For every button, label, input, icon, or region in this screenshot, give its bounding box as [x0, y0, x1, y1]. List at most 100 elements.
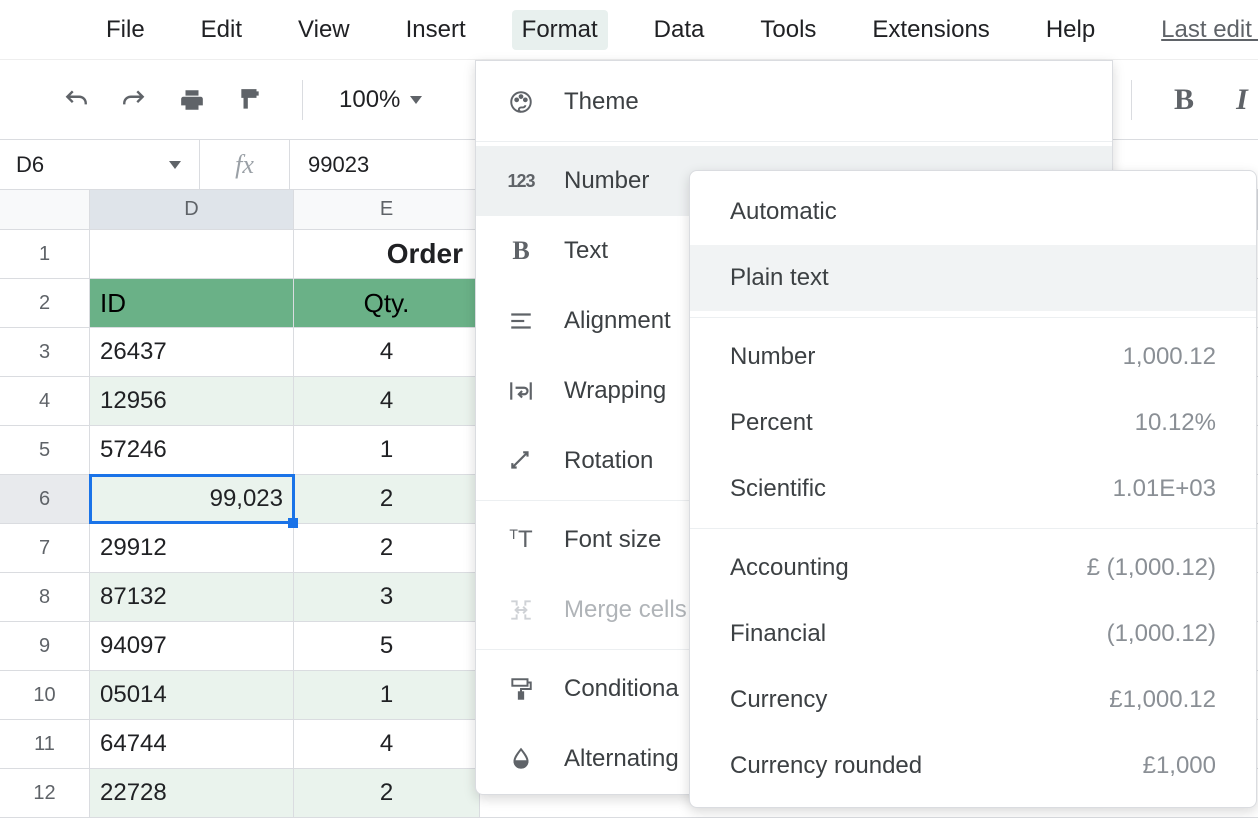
submenu-label: Automatic	[730, 198, 837, 226]
submenu-label: Plain text	[730, 264, 829, 292]
row-header[interactable]: 11	[0, 720, 90, 768]
menu-label: Merge cells	[564, 596, 687, 624]
palette-icon	[506, 89, 536, 115]
row-header[interactable]: 1	[0, 230, 90, 278]
menu-separator	[690, 317, 1256, 318]
row-header[interactable]: 3	[0, 328, 90, 376]
cell[interactable]: 2	[294, 524, 480, 572]
bold-b-icon: B	[506, 236, 536, 266]
row-header[interactable]: 6	[0, 475, 90, 523]
menu-separator	[476, 141, 1112, 142]
font-size-icon: TT	[506, 526, 536, 554]
menu-extensions[interactable]: Extensions	[862, 10, 999, 50]
row-header[interactable]: 4	[0, 377, 90, 425]
submenu-example: 1,000.12	[1123, 343, 1216, 371]
submenu-item[interactable]: Currency £1,000.12	[690, 667, 1256, 733]
cell[interactable]: 12956	[90, 377, 294, 425]
menu-label: Conditiona	[564, 675, 679, 703]
submenu-example: £ (1,000.12)	[1087, 554, 1216, 582]
cell[interactable]: 4	[294, 328, 480, 376]
cell[interactable]: 3	[294, 573, 480, 621]
cell[interactable]: 29912	[90, 524, 294, 572]
redo-button[interactable]	[118, 84, 150, 116]
submenu-item-automatic[interactable]: Automatic	[690, 179, 1256, 245]
submenu-label: Financial	[730, 620, 826, 648]
zoom-dropdown[interactable]: 100%	[339, 86, 422, 114]
submenu-item[interactable]: Scientific1.01E+03	[690, 456, 1256, 522]
cell[interactable]: 4	[294, 720, 480, 768]
menu-data[interactable]: Data	[644, 10, 715, 50]
cell[interactable]: 22728	[90, 769, 294, 817]
menu-label: Number	[564, 167, 649, 195]
submenu-label: Scientific	[730, 475, 826, 503]
cell[interactable]	[90, 230, 294, 278]
rotation-icon	[506, 448, 536, 474]
cell[interactable]: ID	[90, 279, 294, 327]
row-header[interactable]: 7	[0, 524, 90, 572]
menu-help[interactable]: Help	[1036, 10, 1105, 50]
cell[interactable]: 2	[294, 769, 480, 817]
row-header[interactable]: 12	[0, 769, 90, 817]
cell[interactable]: 1	[294, 671, 480, 719]
submenu-item[interactable]: Accounting £ (1,000.12)	[690, 535, 1256, 601]
menu-label: Rotation	[564, 447, 653, 475]
submenu-item[interactable]: Currency rounded£1,000	[690, 733, 1256, 799]
row-header[interactable]: 2	[0, 279, 90, 327]
menu-view[interactable]: View	[288, 10, 360, 50]
cell[interactable]: Qty.	[294, 279, 480, 327]
menu-label: Text	[564, 237, 608, 265]
submenu-item[interactable]: Number1,000.12	[690, 324, 1256, 390]
row-header[interactable]: 9	[0, 622, 90, 670]
toolbar-divider	[1131, 80, 1132, 120]
submenu-example: 10.12%	[1135, 409, 1216, 437]
submenu-example: £1,000.12	[1109, 686, 1216, 714]
print-button[interactable]	[176, 84, 208, 116]
cell[interactable]: 64744	[90, 720, 294, 768]
menu-label: Alternating	[564, 745, 679, 773]
menu-edit[interactable]: Edit	[191, 10, 252, 50]
submenu-label: Currency	[730, 686, 827, 714]
row-header[interactable]: 5	[0, 426, 90, 474]
cell-reference: D6	[16, 152, 44, 178]
cell[interactable]: Order	[294, 230, 480, 278]
cell[interactable]: 1	[294, 426, 480, 474]
chevron-down-icon	[410, 96, 422, 104]
col-header-D[interactable]: D	[90, 190, 294, 229]
select-all-corner[interactable]	[0, 190, 90, 229]
cell[interactable]: 94097	[90, 622, 294, 670]
submenu-item-plain-text[interactable]: Plain text	[690, 245, 1256, 311]
menu-insert[interactable]: Insert	[396, 10, 476, 50]
cell[interactable]: 57246	[90, 426, 294, 474]
col-header-E[interactable]: E	[294, 190, 480, 229]
last-edit-link[interactable]: Last edit was se	[1161, 16, 1258, 44]
menu-item-theme[interactable]: Theme	[476, 67, 1112, 137]
paint-format-button[interactable]	[234, 84, 266, 116]
menu-label: Alignment	[564, 307, 671, 335]
name-box[interactable]: D6	[0, 140, 200, 189]
menu-format[interactable]: Format	[512, 10, 608, 50]
cell[interactable]: 99,023	[90, 475, 294, 523]
cell[interactable]: 05014	[90, 671, 294, 719]
menu-file[interactable]: File	[96, 10, 155, 50]
menu-tools[interactable]: Tools	[750, 10, 826, 50]
cell[interactable]: 4	[294, 377, 480, 425]
row-header[interactable]: 10	[0, 671, 90, 719]
toolbar-divider	[302, 80, 303, 120]
bold-button[interactable]: B	[1168, 84, 1200, 116]
formula-input[interactable]: 99023	[290, 152, 369, 178]
submenu-item[interactable]: Percent10.12%	[690, 390, 1256, 456]
cell[interactable]: 5	[294, 622, 480, 670]
italic-button[interactable]: I	[1226, 84, 1258, 116]
submenu-label: Accounting	[730, 554, 849, 582]
fx-icon: fx	[200, 140, 290, 189]
chevron-down-icon	[169, 161, 181, 169]
cell[interactable]: 87132	[90, 573, 294, 621]
cell[interactable]: 26437	[90, 328, 294, 376]
submenu-item[interactable]: Financial(1,000.12)	[690, 601, 1256, 667]
undo-button[interactable]	[60, 84, 92, 116]
submenu-label: Currency rounded	[730, 752, 922, 780]
cell[interactable]: 2	[294, 475, 480, 523]
row-header[interactable]: 8	[0, 573, 90, 621]
menubar: File Edit View Insert Format Data Tools …	[0, 0, 1258, 60]
number-123-icon: 123	[506, 171, 536, 192]
